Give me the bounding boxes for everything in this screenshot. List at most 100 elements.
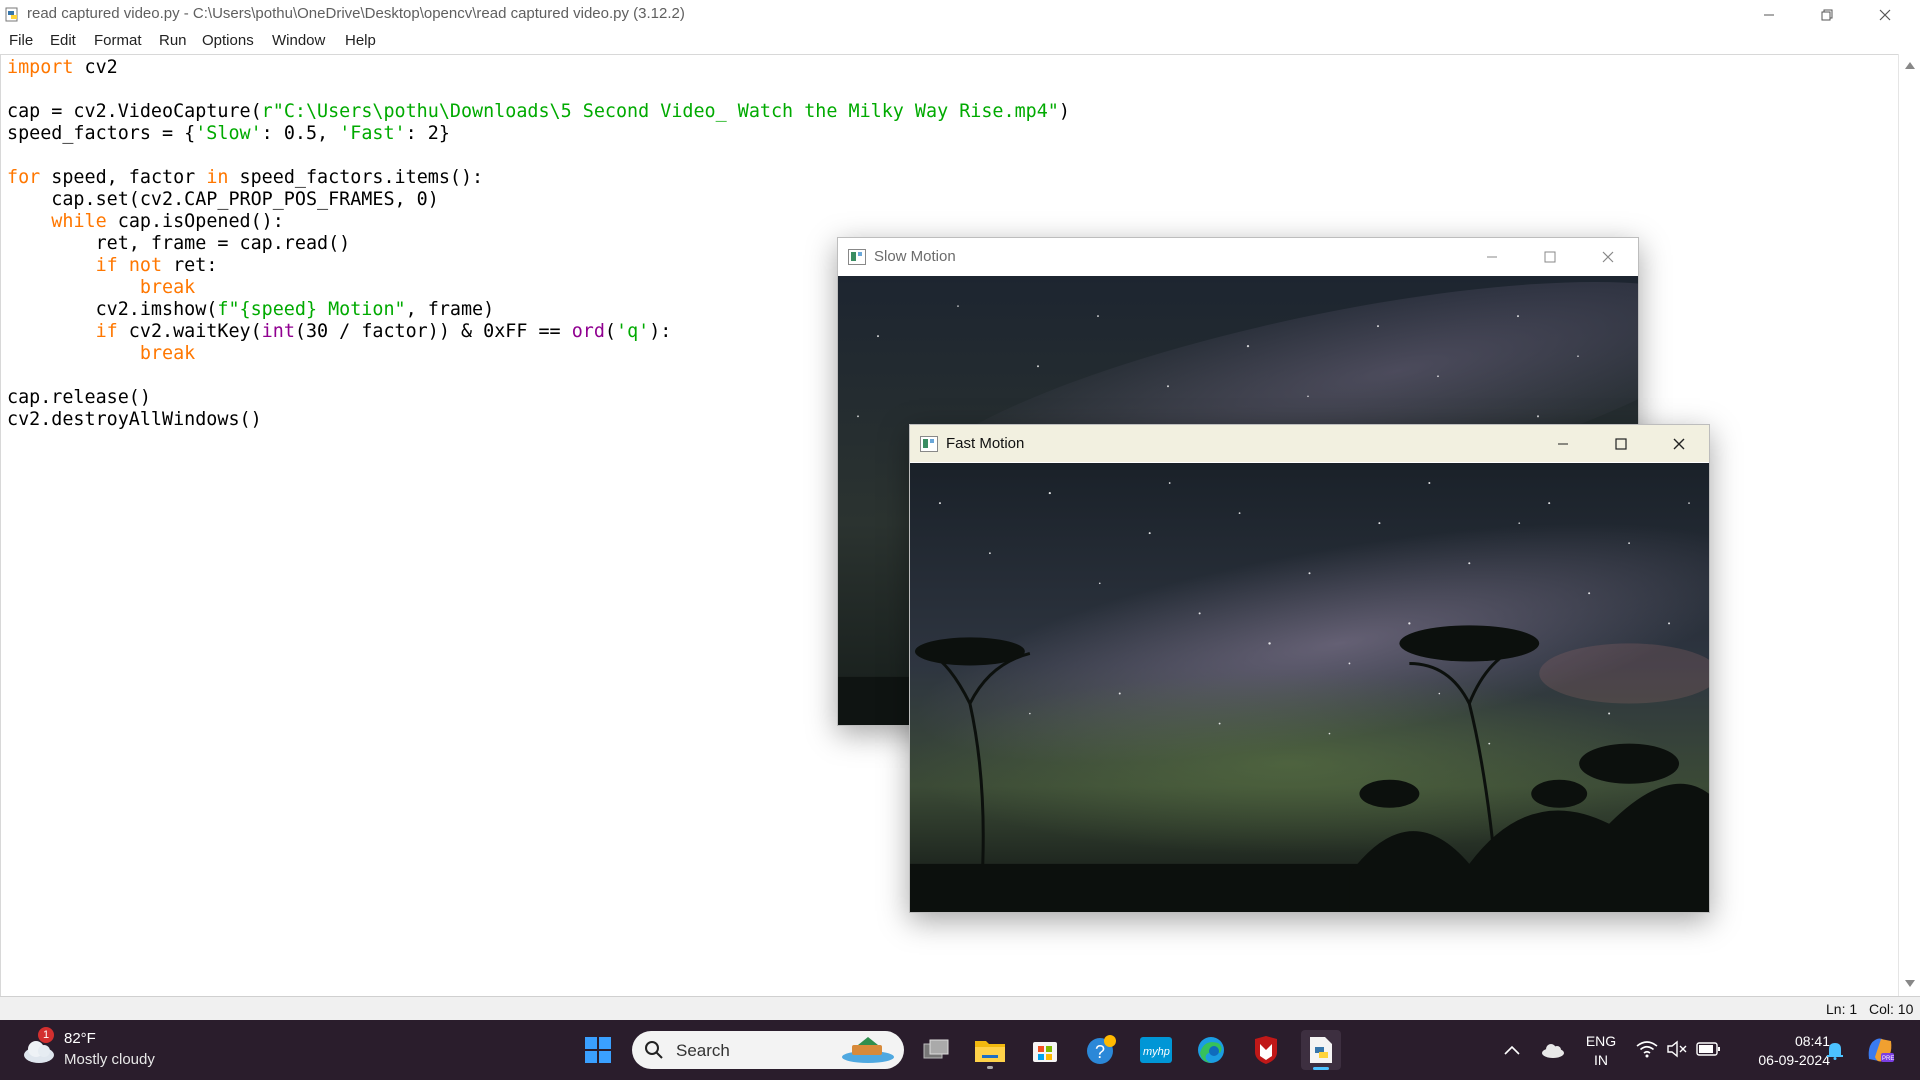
taskbar-search[interactable]: Search <box>632 1031 904 1069</box>
menu-options[interactable]: Options <box>202 32 254 49</box>
active-indicator <box>1313 1067 1329 1070</box>
code-keyword: in <box>206 167 229 188</box>
region-label: IN <box>1594 1052 1608 1068</box>
scroll-up-arrow[interactable] <box>1905 62 1915 69</box>
fast-minimize-button[interactable] <box>1534 425 1592 462</box>
code-text-segment: speed, factor <box>40 167 207 188</box>
fast-close-button[interactable] <box>1650 425 1708 462</box>
code-text-segment: cap = cv2.VideoCapture( <box>7 101 262 122</box>
code-string: 'Slow' <box>195 123 262 144</box>
menu-file[interactable]: File <box>9 32 33 49</box>
slow-minimize-button[interactable] <box>1463 238 1521 275</box>
idle-python-button[interactable] <box>1301 1030 1341 1070</box>
copilot-button[interactable]: PRE <box>1860 1030 1900 1070</box>
fast-maximize-button[interactable] <box>1592 425 1650 462</box>
column-number: Col: 10 <box>1869 1001 1914 1017</box>
speaker-muted-icon <box>1667 1040 1687 1058</box>
restore-button[interactable] <box>1798 0 1856 29</box>
show-hidden-icons-button[interactable] <box>1492 1030 1532 1070</box>
weather-temp: 82°F <box>64 1030 96 1047</box>
minimize-icon <box>1558 443 1568 444</box>
code-keyword: if <box>95 321 118 342</box>
search-icon <box>645 1041 663 1059</box>
slow-close-button[interactable] <box>1579 238 1637 275</box>
code-text-segment: cv2.imshow( <box>7 299 218 320</box>
ms-store-button[interactable] <box>1025 1030 1065 1070</box>
code-builtin: int <box>261 321 295 342</box>
taskbar: 1 82°F Mostly cloudy Search ? myhp ENG I… <box>0 1020 1920 1080</box>
edge-button[interactable] <box>1191 1030 1231 1070</box>
fast-motion-window[interactable]: Fast Motion <box>909 424 1710 913</box>
start-button[interactable] <box>578 1030 618 1070</box>
menu-window[interactable]: Window <box>272 32 325 49</box>
code-text-segment: ( <box>604 321 616 342</box>
vertical-scrollbar[interactable] <box>1898 54 1920 996</box>
edge-icon <box>1198 1037 1224 1063</box>
code-text-segment: : 0.5, <box>261 123 340 144</box>
notifications-button[interactable] <box>1815 1030 1855 1070</box>
code-text-segment: ): <box>649 321 672 342</box>
fast-motion-titlebar[interactable]: Fast Motion <box>910 425 1709 462</box>
close-button[interactable] <box>1856 0 1914 29</box>
code-keyword: not <box>128 255 163 276</box>
get-help-button[interactable]: ? <box>1081 1030 1121 1070</box>
code-text-segment: ret: <box>162 255 218 276</box>
myhp-button[interactable]: myhp <box>1136 1030 1176 1070</box>
search-highlight-icon <box>842 1037 894 1063</box>
bell-icon <box>1827 1043 1843 1060</box>
code-keyword: if <box>95 255 118 276</box>
maximize-icon <box>1615 437 1627 450</box>
code-text-segment: cv2 <box>73 57 118 78</box>
menu-help[interactable]: Help <box>345 32 376 49</box>
scroll-down-arrow[interactable] <box>1905 980 1915 987</box>
slow-motion-titlebar[interactable]: Slow Motion <box>838 238 1638 275</box>
code-text-segment: cap.release() <box>7 387 151 408</box>
close-icon <box>1602 251 1614 262</box>
quick-settings[interactable] <box>1636 1038 1724 1062</box>
svg-text:PRE: PRE <box>1882 1056 1894 1062</box>
mcafee-button[interactable] <box>1246 1030 1286 1070</box>
get-help-icon: ? <box>1087 1035 1116 1064</box>
slow-maximize-button[interactable] <box>1521 238 1579 275</box>
svg-text:myhp: myhp <box>1143 1046 1170 1058</box>
code-string: f"{speed} Motion" <box>217 299 406 320</box>
close-icon <box>1879 9 1891 20</box>
menu-edit[interactable]: Edit <box>50 32 76 49</box>
code-text-segment: cv2.destroyAllWindows() <box>7 409 262 430</box>
code-text-segment: speed_factors.items(): <box>228 167 484 188</box>
window-title: read captured video.py - C:\Users\pothu\… <box>27 5 685 22</box>
minimize-icon <box>1764 14 1774 15</box>
weather-badge: 1 <box>38 1027 54 1043</box>
maximize-icon <box>1544 251 1556 262</box>
language-indicator[interactable]: ENG IN <box>1577 1030 1627 1072</box>
onedrive-button[interactable] <box>1533 1030 1573 1070</box>
code-text-segment: ) <box>1058 101 1070 122</box>
code-keyword: for <box>7 167 41 188</box>
ms-store-icon <box>1033 1042 1057 1062</box>
code-text-segment: , frame) <box>405 299 495 320</box>
windows-start-icon <box>585 1037 611 1063</box>
code-string: r"C:\Users\pothu\Downloads\5 Second Vide… <box>261 101 1059 122</box>
fast-video-frame <box>910 463 1709 912</box>
code-keyword: break <box>139 277 196 298</box>
menu-bar: File Edit Format Run Options Window Help <box>0 29 1920 54</box>
search-placeholder: Search <box>676 1041 730 1060</box>
fast-motion-title: Fast Motion <box>946 435 1025 452</box>
wifi-icon <box>1636 1041 1658 1058</box>
title-bar: read captured video.py - C:\Users\pothu\… <box>0 0 1920 29</box>
task-view-icon <box>923 1039 949 1059</box>
slow-motion-title: Slow Motion <box>874 248 956 265</box>
code-keyword: import <box>7 57 74 78</box>
opencv-window-icon <box>920 436 938 452</box>
task-view-button[interactable] <box>916 1030 956 1070</box>
file-explorer-button[interactable] <box>970 1030 1010 1070</box>
minimize-button[interactable] <box>1740 0 1798 29</box>
code-text-segment: ret, frame = cap.read() <box>7 233 351 254</box>
menu-run[interactable]: Run <box>159 32 187 49</box>
menu-format[interactable]: Format <box>94 32 142 49</box>
